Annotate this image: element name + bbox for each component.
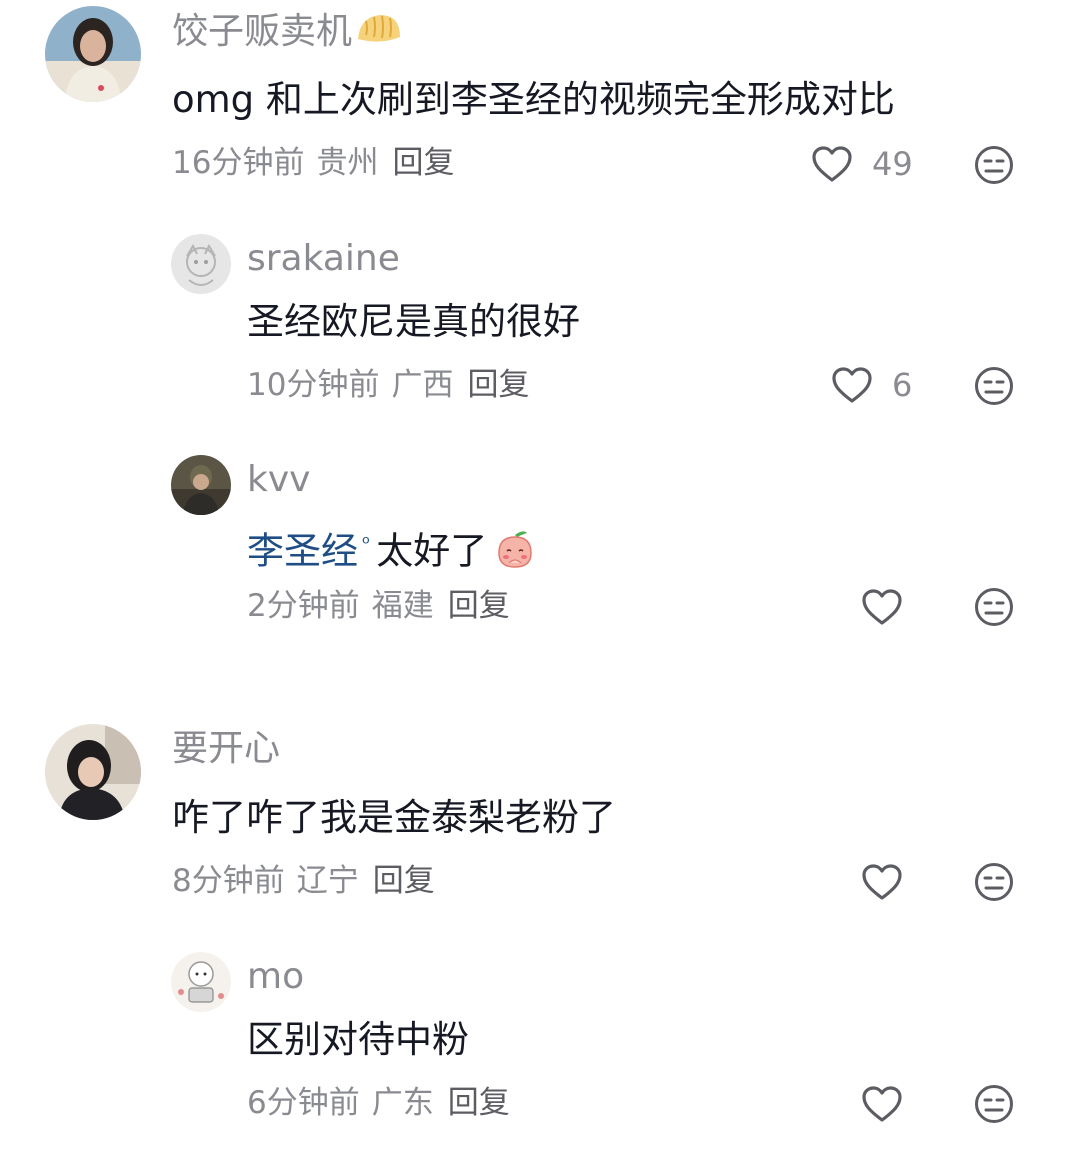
comment-username[interactable]: 要开心 (172, 727, 280, 771)
neutral-face-icon (975, 367, 1013, 405)
reply-comment: mo 区别对待中粉 6分钟前 广东 回复 (0, 952, 1079, 1132)
neutral-face-icon (975, 1085, 1013, 1123)
comment-text-body: 太好了 (376, 529, 488, 573)
like-count: 6 (892, 366, 913, 404)
comment-time: 10分钟前 (247, 367, 380, 403)
comment-username[interactable]: srakaine (247, 237, 400, 281)
like-button[interactable]: 6 (830, 365, 912, 405)
comment-time: 2分钟前 (247, 588, 360, 624)
comment-meta: 16分钟前 贵州 回复 (172, 143, 454, 183)
comment-location: 广西 (391, 367, 454, 403)
like-button[interactable] (860, 862, 922, 902)
reply-button[interactable]: 回复 (467, 367, 529, 403)
comment-time: 16分钟前 (172, 145, 305, 181)
avatar[interactable] (171, 234, 231, 294)
avatar[interactable] (45, 724, 141, 820)
like-button[interactable] (860, 1084, 922, 1124)
shy-peach-emoji (493, 527, 537, 571)
reply-button[interactable]: 回复 (392, 145, 454, 181)
like-count: 49 (872, 145, 913, 183)
reply-button[interactable]: 回复 (373, 863, 435, 899)
heart-outline-icon (862, 1086, 902, 1122)
comment-meta: 6分钟前 广东 回复 (247, 1083, 510, 1123)
dislike-button[interactable] (974, 145, 1014, 185)
reply-button[interactable]: 回复 (448, 1085, 510, 1121)
heart-outline-icon (812, 146, 852, 182)
avatar[interactable] (171, 455, 231, 515)
comment-text: 李圣经 ᵒ 太好了 (247, 519, 537, 575)
comment-text: 咋了咋了我是金泰梨老粉了 (172, 796, 616, 839)
comment-text: 圣经欧尼是真的很好 (247, 300, 580, 343)
reply-button[interactable]: 回复 (448, 588, 510, 624)
comment-location: 福建 (371, 588, 434, 624)
avatar[interactable] (45, 6, 141, 102)
neutral-face-icon (975, 588, 1013, 626)
heart-outline-icon (862, 864, 902, 900)
comment-meta: 2分钟前 福建 回复 (247, 586, 510, 626)
reply-comment: kvv 李圣经 ᵒ 太好了 2分钟前 福建 回复 (0, 455, 1079, 635)
comment-time: 8分钟前 (172, 863, 285, 899)
comment: 要开心 咋了咋了我是金泰梨老粉了 8分钟前 辽宁 回复 (0, 718, 1079, 918)
mention-mark: ᵒ (362, 531, 371, 555)
dislike-button[interactable] (974, 1084, 1014, 1124)
like-button[interactable] (860, 587, 922, 627)
comment-text: omg 和上次刷到李圣经的视频完全形成对比 (172, 78, 895, 121)
comment-location: 广东 (371, 1085, 434, 1121)
dislike-button[interactable] (974, 366, 1014, 406)
comment-username[interactable]: 饺子贩卖机 (172, 9, 404, 54)
heart-outline-icon (832, 367, 872, 403)
comment-text: 区别对待中粉 (247, 1018, 469, 1061)
dislike-button[interactable] (974, 587, 1014, 627)
comment-username[interactable]: mo (247, 955, 304, 999)
comment: 饺子贩卖机 omg 和上次刷到李圣经的视频完全形成对比 16分钟前 贵州 回复 49 (0, 0, 1079, 200)
comment-time: 6分钟前 (247, 1085, 360, 1121)
dislike-button[interactable] (974, 862, 1014, 902)
mention-link[interactable]: 李圣经 (247, 529, 358, 572)
comment-location: 贵州 (316, 145, 379, 181)
dumpling-icon (354, 9, 404, 49)
comment-section: { "comments": [ { "username": "饺子贩卖机", "… (0, 0, 1079, 1159)
neutral-face-icon (975, 146, 1013, 184)
comment-meta: 10分钟前 广西 回复 (247, 365, 529, 405)
comment-location: 辽宁 (296, 863, 359, 899)
reply-comment: srakaine 圣经欧尼是真的很好 10分钟前 广西 回复 6 (0, 234, 1079, 414)
avatar[interactable] (171, 952, 231, 1012)
neutral-face-icon (975, 863, 1013, 901)
heart-outline-icon (862, 589, 902, 625)
comment-meta: 8分钟前 辽宁 回复 (172, 861, 435, 901)
comment-username[interactable]: kvv (247, 458, 310, 502)
like-button[interactable]: 49 (810, 144, 913, 184)
